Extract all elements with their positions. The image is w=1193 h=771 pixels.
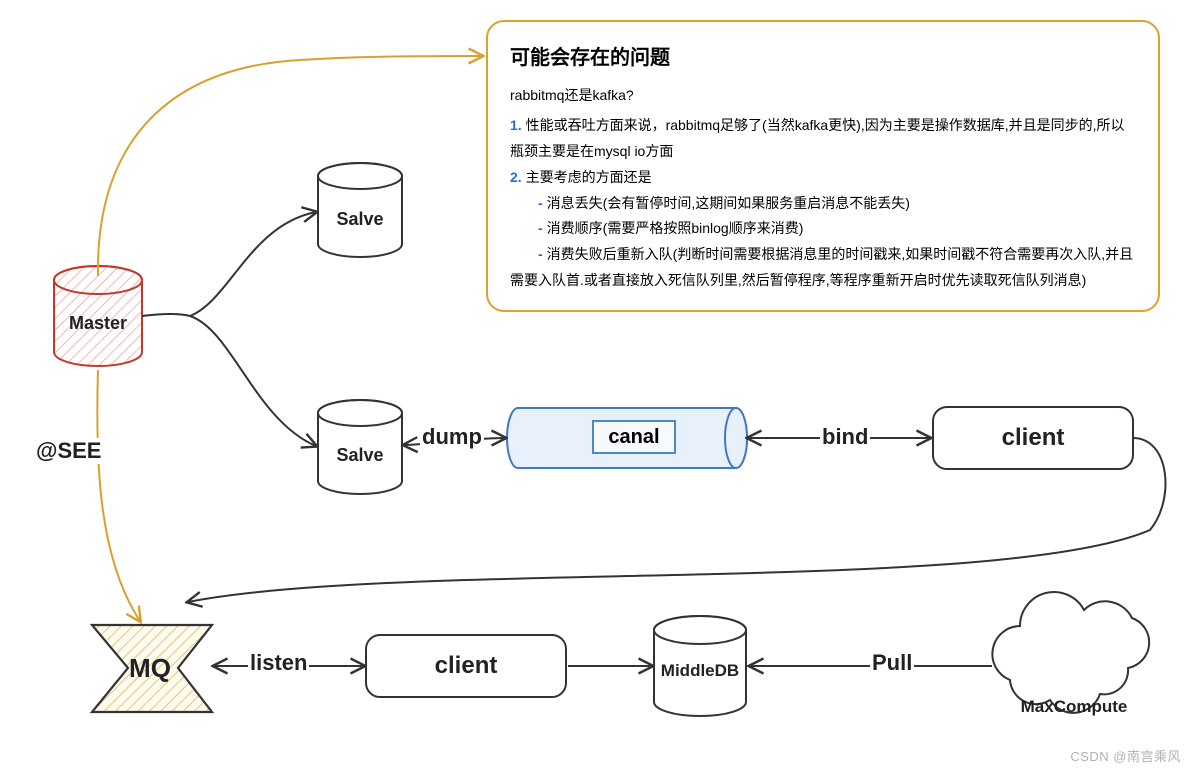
- pull-label: Pull: [870, 650, 914, 676]
- note-bullet-3: -消费失败后重新入队(判断时间需要根据消息里的时间戳来,如果时间戳不符合需要再次…: [510, 242, 1136, 294]
- slave1-label: Salve: [318, 204, 402, 234]
- note-bullet-2: -消费顺序(需要严格按照binlog顺序来消费): [510, 216, 1136, 242]
- listen-label: listen: [248, 650, 309, 676]
- bind-label: bind: [820, 424, 870, 450]
- note-bullet-1: -消息丢失(会有暂停时间,这期间如果服务重启消息不能丢失): [510, 191, 1136, 217]
- canal-label: canal: [592, 420, 676, 454]
- note-subtitle: rabbitmq还是kafka?: [510, 83, 1136, 109]
- watermark: CSDN @南宫乘风: [1070, 746, 1181, 765]
- see-label: @SEE: [34, 438, 103, 464]
- note-box: 可能会存在的问题 rabbitmq还是kafka? 1. 性能或吞吐方面来说，r…: [486, 20, 1160, 312]
- middledb-label: MiddleDB: [654, 656, 746, 686]
- slave2-label: Salve: [318, 440, 402, 470]
- note-title: 可能会存在的问题: [510, 40, 1136, 77]
- note-point-2: 2. 主要考虑的方面还是: [510, 165, 1136, 191]
- maxcompute-label: MaxCompute: [1004, 694, 1144, 720]
- master-label: Master: [54, 308, 142, 338]
- client-top-label: client: [933, 407, 1133, 469]
- client-bottom-label: client: [366, 635, 566, 697]
- mq-label: MQ: [118, 648, 182, 688]
- dump-label: dump: [420, 424, 484, 450]
- note-point-1: 1. 性能或吞吐方面来说，rabbitmq足够了(当然kafka更快),因为主要…: [510, 113, 1136, 165]
